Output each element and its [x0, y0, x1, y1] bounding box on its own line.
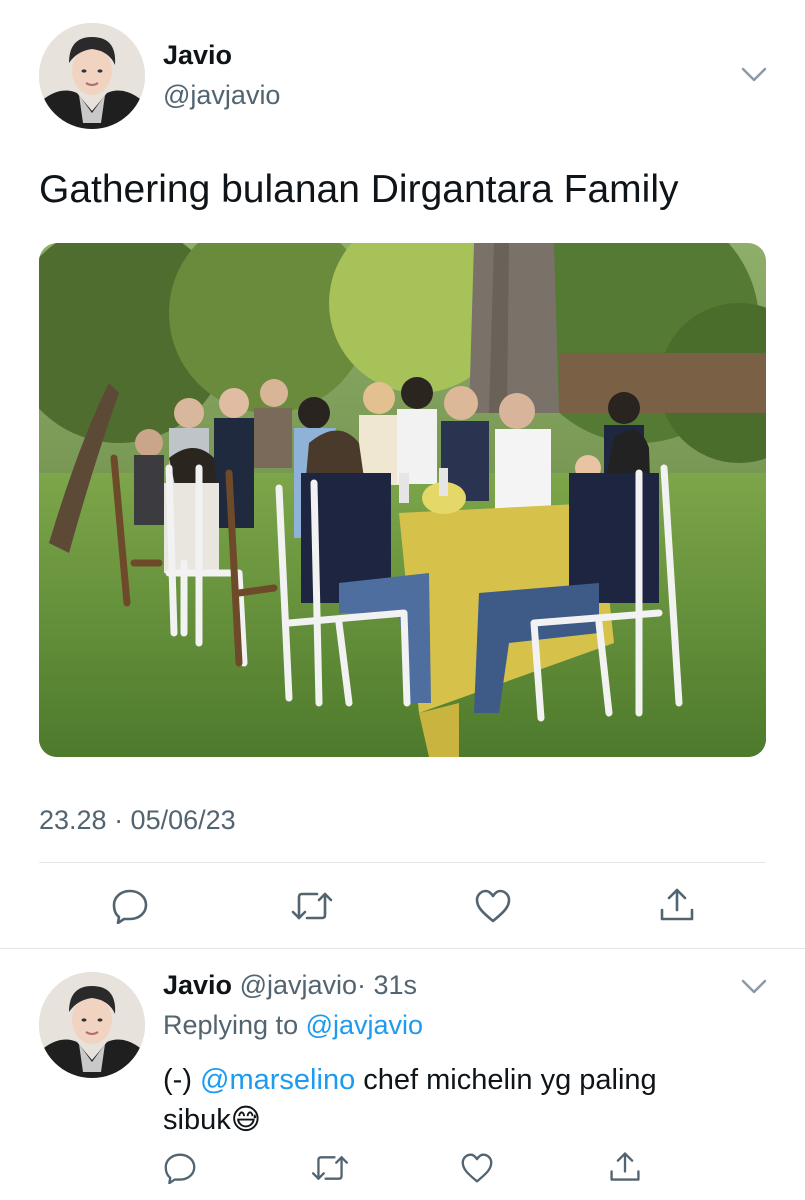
garden-dinner-photo [39, 243, 766, 757]
reply-retweet-icon[interactable] [310, 1152, 350, 1184]
tweet-text: Gathering bulanan Dirgantara Family [39, 168, 679, 211]
reply-reply-icon[interactable] [163, 1152, 197, 1184]
divider [39, 862, 766, 863]
reply-author-handle[interactable]: @javjavio [240, 970, 357, 1000]
reply-icon[interactable] [111, 888, 149, 924]
author-handle[interactable]: @javjavio [163, 80, 280, 111]
reply-author-avatar[interactable] [39, 972, 145, 1078]
reply-text-line2: sibuk [163, 1104, 231, 1136]
section-divider [0, 948, 805, 949]
reply-text: (-) @marselino chef michelin yg paling s… [163, 1060, 763, 1140]
reply-chevron-down-icon[interactable] [741, 978, 767, 996]
retweet-icon[interactable] [290, 888, 334, 924]
sweat-smile-emoji: 😅 [230, 1104, 261, 1136]
like-icon[interactable] [474, 888, 512, 924]
reply-text-prefix: (-) [163, 1064, 192, 1096]
mention-link[interactable]: @marselino [200, 1064, 355, 1096]
reply-header: Javio @javjavio· 31s [163, 970, 417, 1001]
replying-to-label: Replying to [163, 1010, 299, 1040]
tweet-timestamp[interactable]: 23.28 · 05/06/23 [39, 805, 236, 836]
chevron-down-icon[interactable] [741, 66, 767, 84]
author-avatar[interactable] [39, 23, 145, 129]
replying-to: Replying to @javjavio [163, 1010, 423, 1041]
reply-author-name[interactable]: Javio [163, 970, 232, 1000]
replying-to-handle[interactable]: @javjavio [306, 1010, 423, 1040]
reply-share-icon[interactable] [608, 1150, 642, 1184]
reply-time[interactable]: · 31s [357, 970, 417, 1000]
tweet-photo[interactable] [39, 243, 766, 757]
author-name[interactable]: Javio [163, 40, 232, 71]
share-icon[interactable] [658, 886, 696, 924]
reply-like-icon[interactable] [460, 1152, 494, 1184]
reply-text-line1: chef michelin yg paling [363, 1064, 657, 1096]
